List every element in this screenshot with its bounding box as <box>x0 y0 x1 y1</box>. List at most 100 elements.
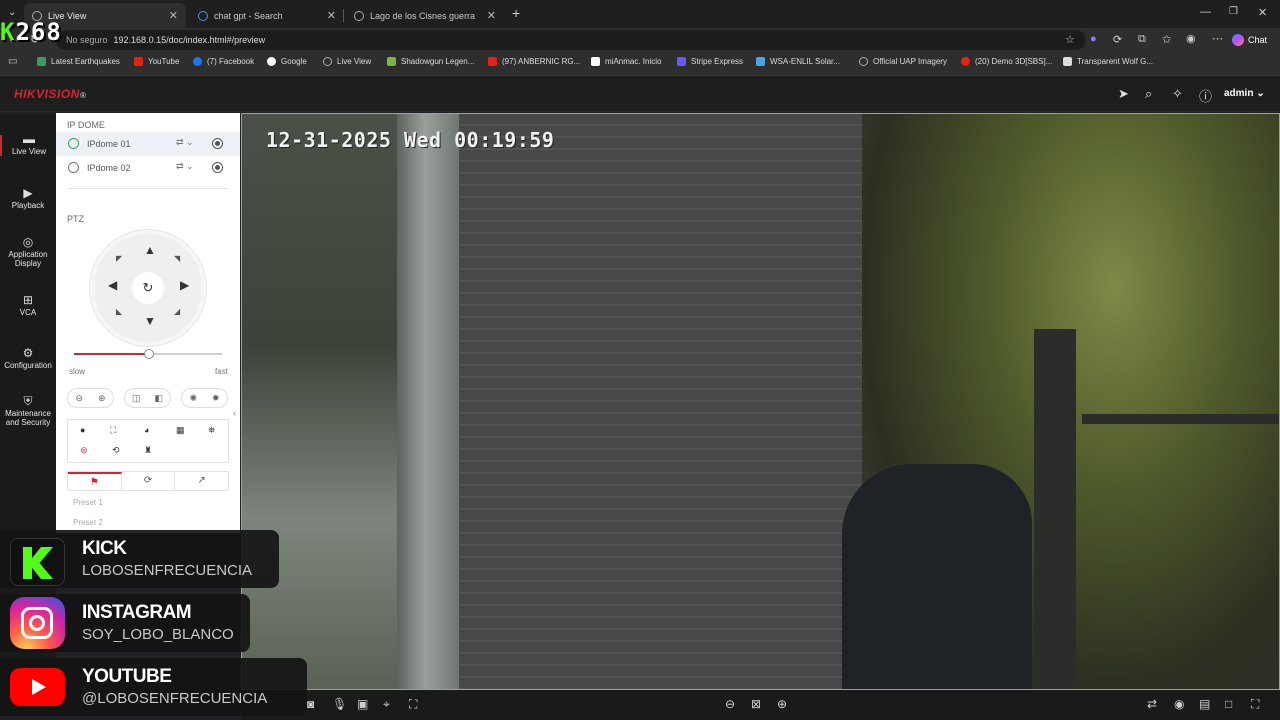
park-icon[interactable]: ⟲ <box>112 445 120 456</box>
iris-open-icon[interactable]: ✹ <box>212 393 220 404</box>
3d-position-icon[interactable]: ⛯ <box>208 425 215 436</box>
help-icon[interactable]: ⓘ <box>1199 86 1212 105</box>
ptz-down-right-button[interactable]: ◢ <box>174 307 180 316</box>
auto-scan-button[interactable]: ↻ <box>132 272 164 304</box>
bookmark-youtube[interactable]: YouTube <box>134 57 179 66</box>
bookmark-uap[interactable]: Official UAP Imagery <box>859 57 947 66</box>
zoom-out-icon[interactable]: ⊖ <box>75 393 83 404</box>
stream-options-icon[interactable]: ⇄ ⌄ <box>176 137 194 148</box>
microphone-icon[interactable]: 🎙 <box>332 697 347 711</box>
bookmark-star-icon[interactable]: ☆ <box>1065 33 1075 46</box>
stream-switch-icon[interactable]: ⇄ <box>1147 697 1157 711</box>
ptz-down-left-button[interactable]: ◣ <box>116 307 122 316</box>
fullscreen-icon[interactable]: ⛶ <box>1251 697 1259 712</box>
speed-slider-handle[interactable] <box>144 349 155 359</box>
record-all-icon[interactable]: ◉ <box>1174 697 1184 711</box>
record-clip-icon[interactable]: ▣ <box>357 697 368 711</box>
ptz-down-button[interactable]: ▼ <box>144 314 156 328</box>
bookmark-demo-3d[interactable]: (20) Demo 3D[SBS]... <box>961 57 1052 66</box>
tab-preset[interactable]: ⚑ <box>68 472 122 490</box>
ptz-speed-slider[interactable] <box>74 349 222 359</box>
digital-zoom-icon[interactable]: ⌖ <box>383 697 390 712</box>
fullscreen-area-icon[interactable]: ⛶ <box>409 697 417 712</box>
tab-lago-cisnes[interactable]: Lago de los Cisnes guerra ✕ <box>346 3 504 28</box>
bookmark-facebook[interactable]: (7) Facebook <box>193 57 254 66</box>
window-split-icon[interactable]: ▤ <box>1199 697 1210 711</box>
nav-playback[interactable]: ▶ Playback <box>0 187 56 210</box>
send-icon[interactable]: ➤ <box>1118 86 1129 102</box>
next-page-icon[interactable]: ⊕ <box>777 697 787 711</box>
focus-far-icon[interactable]: ◧ <box>154 393 163 404</box>
bookmark-shadowgun[interactable]: Shadowgun Legen... <box>387 57 474 66</box>
minimize-icon[interactable]: — <box>1200 6 1211 18</box>
previous-page-icon[interactable]: ⊖ <box>725 697 735 711</box>
favorites-icon[interactable]: ✩ <box>1162 33 1171 46</box>
camera-item[interactable]: IPdome 01 ⇄ ⌄ <box>56 132 240 156</box>
grid-icon[interactable]: ▦ <box>176 425 185 436</box>
stream-options-icon[interactable]: ⇄ ⌄ <box>176 161 194 172</box>
camera-item[interactable]: IPdome 02 ⇄ ⌄ <box>56 156 240 180</box>
one-touch-icon[interactable]: ♜ <box>144 445 152 456</box>
ptz-up-left-button[interactable]: ◤ <box>116 254 122 263</box>
tab-list-icon[interactable]: ⌄ <box>8 7 16 18</box>
refresh-page-icon[interactable]: ⟳ <box>1113 33 1122 46</box>
manual-tracking-icon[interactable]: ⊜ <box>80 445 88 456</box>
hikvision-logo: HIKVISION® <box>14 87 87 101</box>
nav-application-display[interactable]: ◎ Application Display <box>0 236 56 268</box>
ptz-up-button[interactable]: ▲ <box>144 243 156 257</box>
tab-chat-gpt[interactable]: chat gpt - Search ✕ <box>190 3 344 28</box>
bookmark-transparent-wolf[interactable]: Transparent Wolf G... <box>1063 57 1153 66</box>
browser-tab-bar: ⌄ Live View ✕ chat gpt - Search ✕ Lago d… <box>0 0 1280 28</box>
tab-pattern[interactable]: ↗ <box>175 472 228 490</box>
user-menu[interactable]: admin ⌄ <box>1224 88 1265 99</box>
wiper-icon[interactable]: ⛶ <box>110 425 116 436</box>
capture-icon[interactable]: ◙ <box>307 697 314 711</box>
live-video[interactable]: 12-31-2025 Wed 00:19:59 <box>241 113 1280 690</box>
bookmark-stripe[interactable]: Stripe Express <box>677 57 743 66</box>
restore-icon[interactable]: ❐ <box>1229 6 1238 17</box>
split-screen-icon[interactable]: ⧉ <box>1138 33 1146 46</box>
search-icon[interactable]: ⌕ <box>1145 86 1152 102</box>
wizard-icon[interactable]: ✧ <box>1172 86 1183 102</box>
ptz-left-button[interactable]: ◀ <box>108 278 117 292</box>
record-icon[interactable] <box>212 162 223 173</box>
bookmark-label: Google <box>281 57 307 66</box>
close-tab-icon[interactable]: ✕ <box>487 9 496 22</box>
bookmark-wsa-enlil[interactable]: WSA-ENLIL Solar... <box>756 57 840 66</box>
preset-item[interactable]: Preset 2 <box>73 518 103 527</box>
pattern-icon: ↗ <box>197 475 206 486</box>
security-indicator[interactable]: No seguro <box>66 35 108 45</box>
close-tab-icon[interactable]: ✕ <box>327 9 336 22</box>
preset-item[interactable]: Preset 1 <box>73 498 103 507</box>
single-window-icon[interactable]: □ <box>1225 697 1232 711</box>
copilot-chat-button[interactable]: Chat <box>1232 31 1267 49</box>
tab-patrol[interactable]: ⟳ <box>122 472 176 490</box>
bookmark-latest-earthquakes[interactable]: Latest Earthquakes <box>37 57 120 66</box>
focus-near-icon[interactable]: ◫ <box>132 393 141 404</box>
light-icon[interactable]: ● <box>80 425 85 435</box>
ptz-right-button[interactable]: ▶ <box>180 278 189 292</box>
nav-maintenance-security[interactable]: ⛨ Maintenance and Security <box>0 395 56 427</box>
nav-vca[interactable]: ⊞ VCA <box>0 294 56 317</box>
record-icon[interactable] <box>212 138 223 149</box>
bookmark-anbernic[interactable]: (97) ANBERNIC RG... <box>488 57 580 66</box>
close-tab-icon[interactable]: ✕ <box>169 9 178 22</box>
url-field[interactable]: No seguro 192.168.0.15/doc/index.html#/p… <box>56 30 1086 50</box>
more-menu-icon[interactable]: ⋯ <box>1212 32 1223 45</box>
stop-all-icon[interactable]: ⊠ <box>751 697 761 711</box>
profile-avatar[interactable]: ◉ <box>1186 32 1196 45</box>
iris-close-icon[interactable]: ✺ <box>189 393 197 404</box>
extension-icon[interactable]: ● <box>1090 33 1097 45</box>
nav-configuration[interactable]: ⚙ Configuration <box>0 347 56 370</box>
bookmark-live-view[interactable]: Live View <box>323 57 371 66</box>
new-tab-button[interactable]: + <box>512 5 520 21</box>
collapse-panel-icon[interactable]: ‹ <box>233 408 236 418</box>
ptz-up-right-button[interactable]: ◥ <box>174 254 180 263</box>
sidebar-toggle-icon[interactable]: ▭ <box>8 56 17 67</box>
bookmark-mianmac[interactable]: miAnmac. Inicio <box>591 57 661 66</box>
lens-init-icon[interactable]: ◕ <box>144 425 149 435</box>
nav-live-view[interactable]: ▬ Live View <box>0 133 56 156</box>
zoom-in-icon[interactable]: ⊕ <box>98 393 106 404</box>
close-window-icon[interactable]: ✕ <box>1258 6 1267 19</box>
bookmark-google[interactable]: Google <box>267 57 307 66</box>
